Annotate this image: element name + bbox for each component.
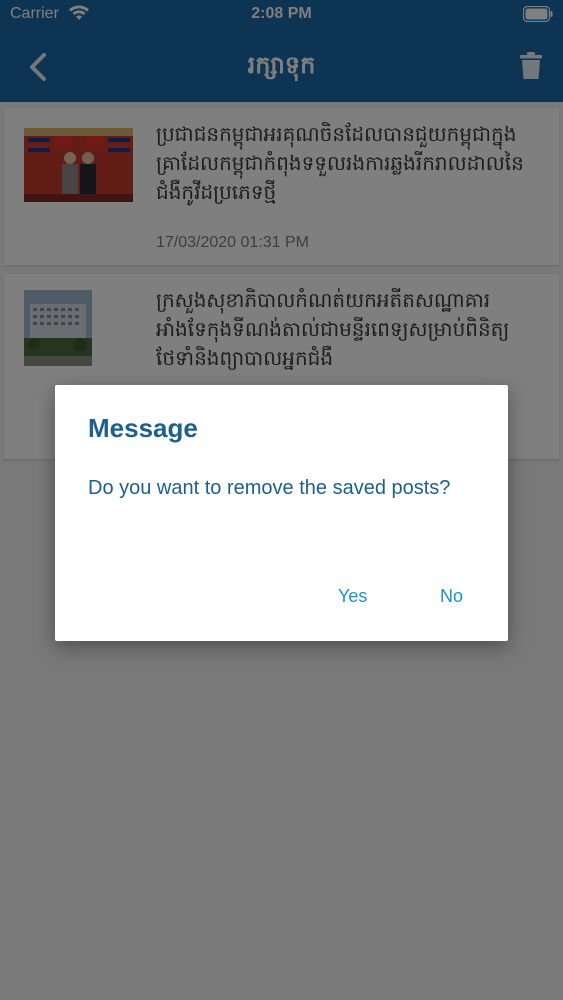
dialog-title: Message	[88, 413, 198, 443]
confirm-dialog: Message Do you want to remove the saved …	[55, 385, 508, 641]
dialog-message: Do you want to remove the saved posts?	[88, 477, 451, 499]
yes-button[interactable]: Yes	[338, 586, 367, 607]
no-button[interactable]: No	[440, 586, 463, 607]
